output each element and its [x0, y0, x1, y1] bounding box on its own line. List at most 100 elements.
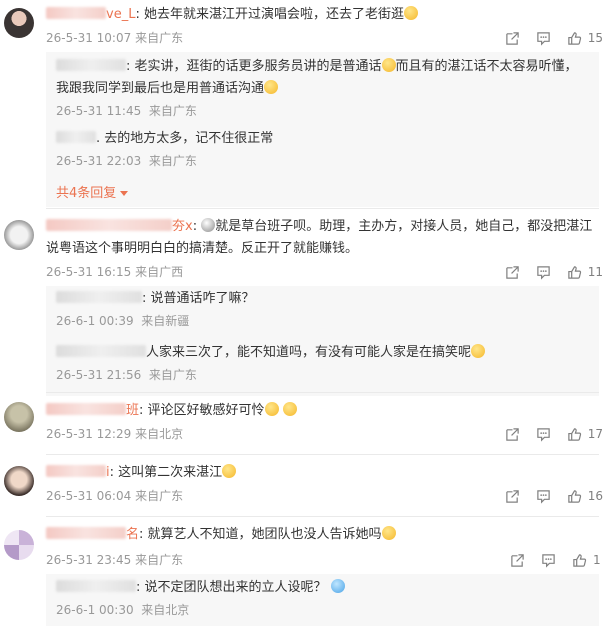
like-icon: [567, 427, 581, 441]
reply-list: : 说普通话咋了嘛？ 26-6-1 00:39 来自新疆 人家来三次了，能不知道…: [46, 286, 599, 396]
share-button[interactable]: [510, 553, 525, 568]
reply-text: 老实讲，逛街的话更多服务员讲的是普通话: [134, 59, 382, 74]
like-button[interactable]: 16: [567, 489, 603, 504]
emoji-icon: [222, 464, 237, 478]
comment-icon: [536, 265, 550, 280]
comment-actions: 15: [489, 29, 603, 47]
like-icon: [567, 265, 581, 279]
comment-text: 就算艺人不知道，她团队也没人告诉她吗: [147, 527, 382, 542]
like-icon: [573, 553, 587, 567]
comment-text: 说粤语这个事明明白白的搞清楚。反正开了就能赚钱。: [46, 241, 359, 256]
comment-date: 26-5-31 12:29: [46, 427, 132, 441]
comment-date: 26-5-31 10:07: [46, 31, 132, 45]
reply-list: : 说不定团队想出来的立人设呢？ 26-6-1 00:30 来自北京: [46, 574, 599, 626]
username[interactable]: 班: [46, 403, 139, 418]
comment-date: 26-5-31 16:15: [46, 265, 132, 279]
avatar[interactable]: [4, 402, 34, 432]
comment-text: 她去年就来湛江开过演唱会啦，还去了老街逛: [143, 7, 404, 22]
like-button[interactable]: 17: [567, 427, 603, 442]
divider: [46, 454, 599, 455]
reply-location: 来自广东: [148, 368, 197, 382]
divider: [46, 516, 599, 517]
reply-text: . 去的地方太多，记不住很正常: [96, 131, 274, 146]
reply-date: 26-5-31 11:45: [56, 104, 142, 118]
like-icon: [567, 489, 581, 503]
reply-date: 26-6-1 00:30: [56, 603, 134, 617]
like-count: 11: [587, 265, 603, 279]
share-icon: [505, 489, 519, 503]
share-icon: [505, 31, 519, 45]
reply-item: : 老实讲，逛街的话更多服务员讲的是普通话 而且有的湛江话不太容易听懂， 我跟我同…: [56, 56, 593, 119]
comment-button[interactable]: [536, 265, 551, 280]
reply-location: 来自新疆: [141, 314, 190, 328]
comment-button[interactable]: [541, 553, 556, 568]
reply-item: 人家来三次了，能不知道吗，有没有可能人家是在搞笑呢 26-5-31 21:56 …: [56, 342, 593, 383]
share-icon: [505, 427, 519, 441]
reply-location: 来自广东: [148, 104, 197, 118]
like-button[interactable]: 11: [567, 265, 603, 280]
comment-meta: 26-5-31 06:04 来自广东: [46, 488, 183, 504]
comment-location: 来自广西: [135, 265, 184, 279]
chevron-down-icon: [120, 191, 129, 196]
reply-meta: 26-5-31 21:56 来自广东: [56, 366, 593, 383]
reply-list: : 老实讲，逛街的话更多服务员讲的是普通话 而且有的湛江话不太容易听懂， 我跟我同…: [46, 52, 599, 207]
comment-actions: 1: [494, 551, 603, 569]
reply-date: 26-5-31 21:56: [56, 368, 142, 382]
reply-item: : 说普通话咋了嘛？ 26-6-1 00:39 来自新疆: [56, 288, 593, 329]
comment-text: 就是草台班子呗。助理，主办方，对接人员，她自己，都没把湛江: [215, 219, 593, 234]
reply-item: . 去的地方太多，记不住很正常 26-5-31 22:03 来自广东: [56, 128, 593, 169]
username[interactable]: i: [46, 465, 110, 480]
comment-location: 来自广东: [135, 489, 184, 503]
avatar[interactable]: [4, 530, 34, 560]
reply-meta: 26-5-31 11:45 来自广东: [56, 102, 593, 119]
share-icon: [511, 553, 524, 567]
like-count: 15: [587, 31, 603, 45]
comment-location: 来自广东: [135, 31, 184, 45]
like-button[interactable]: 1: [572, 553, 603, 568]
comment-icon: [536, 427, 550, 442]
reply-meta: 26-6-1 00:30 来自北京: [56, 601, 593, 618]
like-count: 17: [587, 427, 603, 441]
emoji-icon: [264, 80, 279, 94]
reply-text: 我跟我同学到最后也是用普通话沟通: [56, 81, 265, 96]
comment-button[interactable]: [536, 489, 551, 504]
like-icon: [567, 31, 581, 45]
share-button[interactable]: [505, 489, 520, 504]
comment-icon: [536, 31, 550, 46]
like-button[interactable]: 15: [567, 31, 603, 46]
reply-meta: 26-5-31 22:03 来自广东: [56, 152, 593, 169]
avatar[interactable]: [4, 220, 34, 250]
reply-text: 而且有的湛江话不太容易听懂，: [395, 59, 578, 74]
reply-text: 说不定团队想出来的立人设呢？: [144, 580, 327, 595]
reply-item: : 说不定团队想出来的立人设呢？ 26-6-1 00:30 来自北京: [56, 577, 593, 618]
username[interactable]: 夯x: [46, 219, 193, 234]
comment-icon: [536, 489, 550, 504]
reply-meta: 26-6-1 00:39 来自新疆: [56, 312, 593, 329]
emoji-icon: [471, 344, 486, 358]
share-button[interactable]: [505, 31, 520, 46]
reply-date: 26-6-1 00:39: [56, 314, 134, 328]
reply-text: 说普通话咋了嘛？: [150, 291, 255, 306]
divider: [46, 208, 599, 209]
comment-actions: 16: [489, 487, 603, 505]
more-replies-link[interactable]: 共4条回复: [56, 182, 129, 201]
emoji-icon: [264, 402, 279, 416]
avatar[interactable]: [4, 466, 34, 496]
like-count: 1: [593, 553, 601, 567]
emoji-icon: [381, 526, 396, 540]
avatar[interactable]: [4, 8, 34, 38]
share-button[interactable]: [505, 265, 520, 280]
comment-text: 评论区好敏感好可怜: [147, 403, 265, 418]
emoji-icon: [381, 58, 396, 72]
reply-date: 26-5-31 22:03: [56, 154, 142, 168]
comment-meta: 26-5-31 16:15 来自广西: [46, 264, 183, 280]
username[interactable]: ve_L: [46, 7, 135, 22]
username[interactable]: 名: [46, 527, 139, 542]
comment-icon: [542, 553, 555, 568]
comment-button[interactable]: [536, 31, 551, 46]
comment-meta: 26-5-31 12:29 来自北京: [46, 426, 183, 442]
share-button[interactable]: [505, 427, 520, 442]
comment-meta: 26-5-31 10:07 来自广东: [46, 30, 183, 46]
divider: [46, 392, 599, 393]
comment-button[interactable]: [536, 427, 551, 442]
